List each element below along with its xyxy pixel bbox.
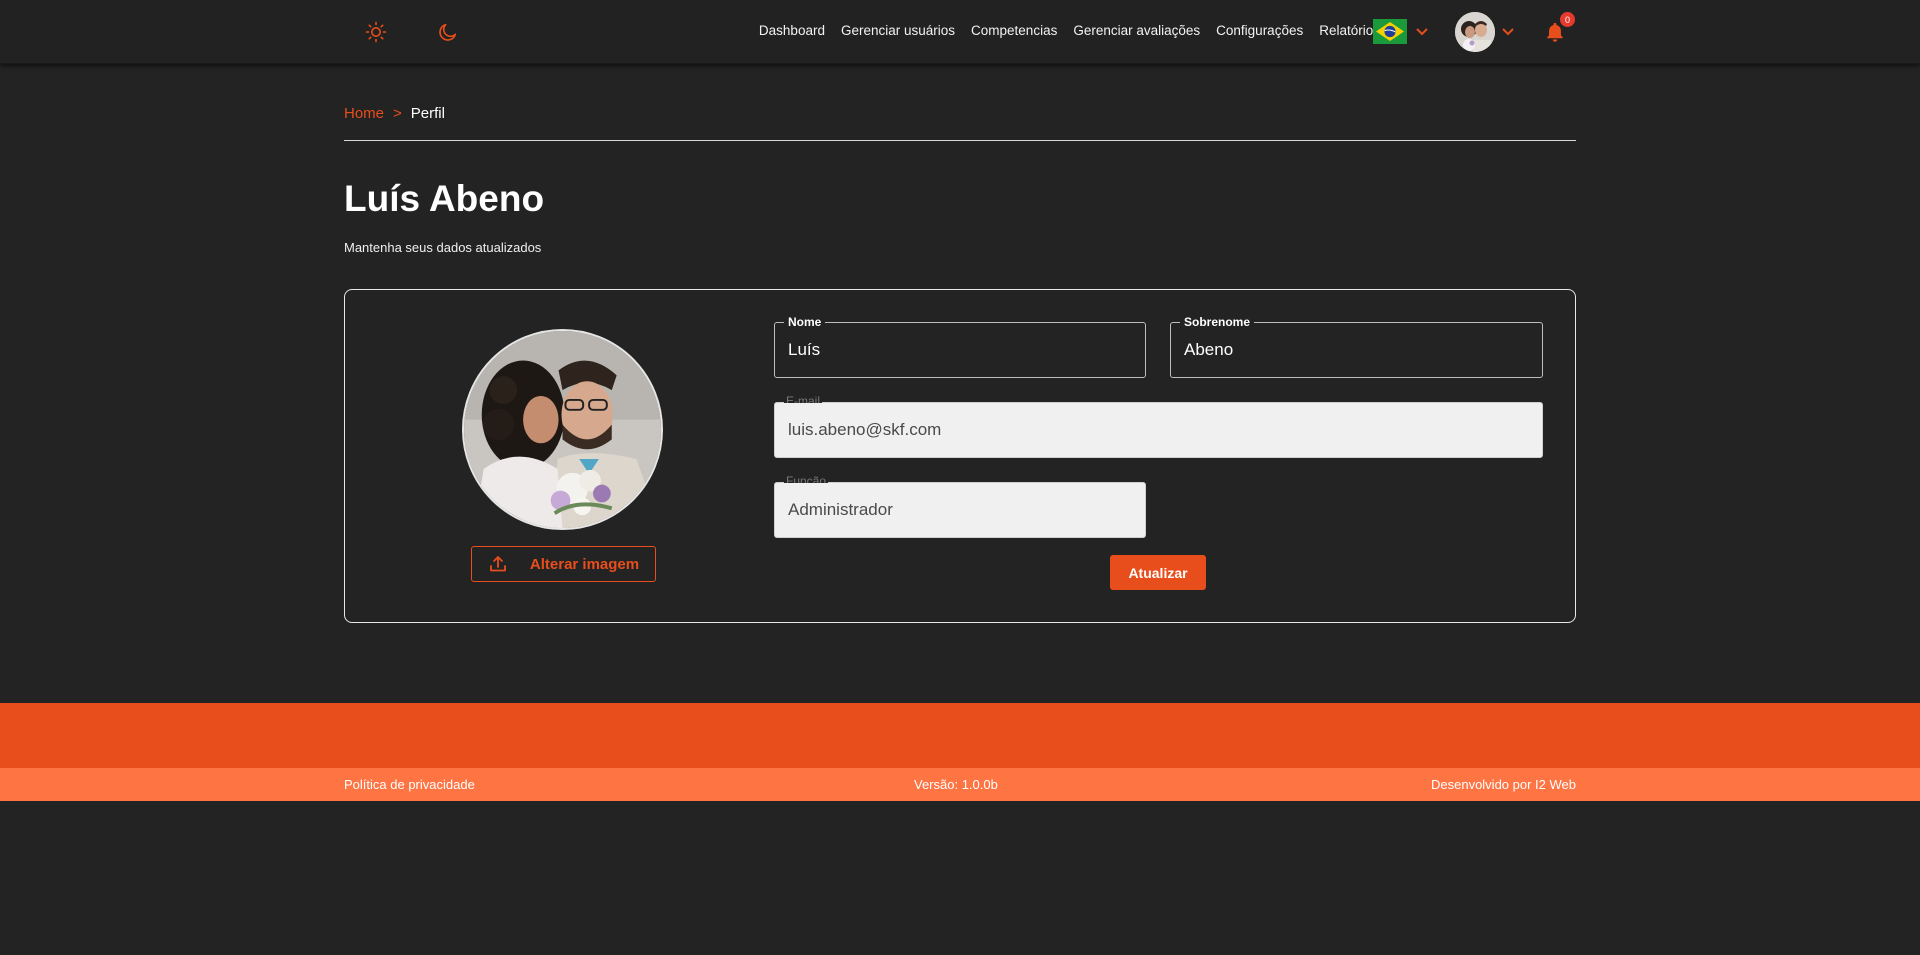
first-name-input[interactable] [788, 323, 1132, 377]
update-button[interactable]: Atualizar [1110, 555, 1206, 590]
breadcrumb-current: Perfil [410, 105, 445, 122]
breadcrumb: Home > Perfil [344, 105, 445, 122]
header-divider [344, 140, 1576, 141]
email-input[interactable] [788, 403, 1529, 457]
nav-dashboard[interactable]: Dashboard [759, 23, 825, 38]
page-title: Luís Abeno [344, 178, 545, 219]
first-name-field: Nome [774, 315, 1146, 378]
developer-credits: Desenvolvido por I2 Web [1430, 777, 1576, 792]
language-chevron-down-icon[interactable] [1414, 24, 1430, 40]
nav-manage-evaluations[interactable]: Gerenciar avaliações [1073, 23, 1200, 38]
notification-count-badge: 0 [1560, 12, 1575, 27]
role-input[interactable] [788, 483, 1132, 537]
last-name-input[interactable] [1184, 323, 1529, 377]
footer-bar: Política de privacidade Versão: 1.0.0b D… [0, 768, 1920, 801]
nav-competencies[interactable]: Competencias [971, 23, 1057, 38]
email-field: E-mail [774, 394, 1543, 458]
role-field: Função [774, 474, 1146, 538]
change-image-button[interactable]: Alterar imagem [471, 546, 656, 582]
version-text: Versão: 1.0.0b [914, 777, 998, 792]
change-image-label: Alterar imagem [529, 555, 640, 573]
top-navbar: Dashboard Gerenciar usuários Competencia… [0, 0, 1920, 64]
upload-icon [489, 556, 506, 572]
breadcrumb-separator: > [393, 105, 402, 122]
privacy-policy-link[interactable]: Política de privacidade [344, 777, 475, 792]
profile-photo [462, 329, 663, 530]
footer-band [0, 703, 1920, 768]
nav-settings[interactable]: Configurações [1216, 23, 1303, 38]
nav-manage-users[interactable]: Gerenciar usuários [841, 23, 955, 38]
user-menu-chevron-down-icon[interactable] [1500, 24, 1516, 40]
main-nav: Dashboard Gerenciar usuários Competencia… [759, 23, 1380, 38]
email-label: E-mail [784, 394, 823, 403]
breadcrumb-home[interactable]: Home [344, 105, 384, 122]
sun-icon[interactable] [362, 18, 390, 46]
page-subtitle: Mantenha seus dados atualizados [344, 240, 542, 255]
nav-reports[interactable]: Relatórios [1319, 23, 1380, 38]
role-label: Função [784, 474, 829, 483]
user-avatar[interactable] [1455, 12, 1495, 52]
moon-icon[interactable] [434, 18, 462, 46]
brazil-flag-icon[interactable] [1373, 19, 1407, 44]
last-name-field: Sobrenome [1170, 315, 1543, 378]
